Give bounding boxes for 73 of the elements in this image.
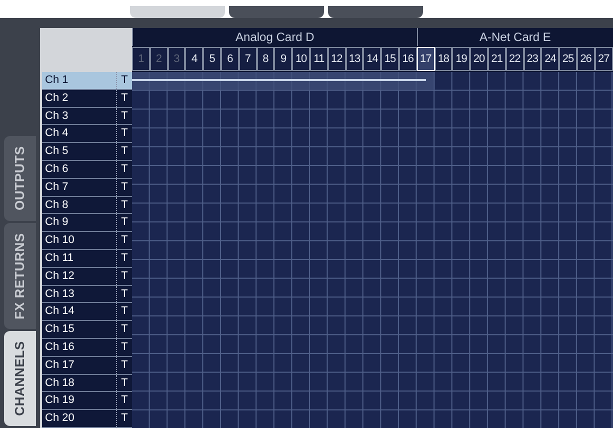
column-header[interactable]: 24	[541, 47, 560, 71]
side-tab[interactable]: FX RETURNS	[4, 222, 36, 330]
channel-tag[interactable]: T	[116, 356, 132, 374]
column-header[interactable]: 7	[238, 47, 257, 71]
channel-tag[interactable]: T	[116, 286, 132, 302]
channel-tag[interactable]: T	[116, 250, 132, 267]
column-header[interactable]: 25	[559, 47, 577, 71]
column-header[interactable]: 11	[310, 47, 328, 71]
channel-name[interactable]: Ch 11	[42, 250, 116, 267]
channel-name[interactable]: Ch 2	[42, 90, 116, 107]
channel-tag[interactable]: T	[116, 160, 132, 178]
column-header[interactable]: 8	[256, 47, 274, 71]
column-header[interactable]: 19	[452, 47, 470, 71]
channel-tag[interactable]: T	[116, 108, 132, 124]
channel-tag[interactable]: T	[116, 338, 132, 356]
column-header[interactable]: 13	[346, 47, 364, 71]
column-header[interactable]: 26	[576, 47, 595, 71]
tab[interactable]	[130, 6, 225, 18]
channel-name[interactable]: Ch 14	[42, 303, 116, 320]
channel-name[interactable]: Ch 7	[42, 178, 116, 196]
channel-tag[interactable]: T	[116, 303, 132, 320]
channel-name[interactable]: Ch 6	[42, 160, 116, 178]
column-header[interactable]: 14	[363, 47, 382, 71]
side-tab[interactable]: OUTPUTS	[4, 136, 36, 221]
channel-name[interactable]: Ch 15	[42, 321, 116, 338]
channel-name[interactable]: Ch 8	[42, 196, 116, 214]
channel-tag[interactable]: T	[116, 90, 132, 107]
channel-tag[interactable]: T	[116, 143, 132, 160]
channel-name[interactable]: Ch 12	[42, 268, 116, 285]
column-header[interactable]: 12	[328, 47, 346, 71]
channel-tag[interactable]: T	[116, 196, 132, 214]
card-header: Analog Card D	[132, 28, 417, 46]
channel-name[interactable]: Ch 1	[42, 72, 116, 89]
column-header[interactable]: 22	[506, 47, 524, 71]
column-header[interactable]: 10	[292, 47, 310, 71]
channel-name[interactable]: Ch 13	[42, 286, 116, 302]
channel-tag[interactable]: T	[116, 374, 132, 392]
channel-name[interactable]: Ch 10	[42, 232, 116, 249]
channel-name[interactable]: Ch 3	[42, 108, 116, 124]
channel-name[interactable]: Ch 20	[42, 410, 116, 427]
column-header[interactable]: 9	[274, 47, 292, 71]
channel-tag[interactable]: T	[116, 268, 132, 285]
channel-tag[interactable]: T	[116, 178, 132, 196]
column-header[interactable]: 27	[594, 47, 613, 71]
channel-tag[interactable]: T	[116, 125, 132, 142]
card-header: A-Net Card E	[416, 28, 613, 46]
channel-tag[interactable]: T	[116, 232, 132, 249]
column-header[interactable]: 6	[220, 47, 239, 71]
channel-name[interactable]: Ch 18	[42, 374, 116, 392]
column-header[interactable]: 4	[185, 47, 204, 71]
channel-tag[interactable]: T	[116, 214, 132, 232]
column-header[interactable]: 5	[203, 47, 221, 71]
routing-grid[interactable]	[132, 72, 613, 428]
column-header[interactable]: 18	[434, 47, 452, 71]
channel-name[interactable]: Ch 19	[42, 392, 116, 410]
channel-name[interactable]: Ch 16	[42, 338, 116, 356]
tab[interactable]	[229, 6, 324, 18]
column-header[interactable]: 21	[488, 47, 506, 71]
column-header[interactable]: 23	[524, 47, 542, 71]
side-tab[interactable]: CHANNELS	[4, 331, 36, 426]
channel-name[interactable]: Ch 5	[42, 143, 116, 160]
channel-tag[interactable]: T	[116, 72, 132, 89]
channel-tag[interactable]: T	[116, 392, 132, 410]
channel-name[interactable]: Ch 17	[42, 356, 116, 374]
channel-tag[interactable]: T	[116, 321, 132, 338]
column-header[interactable]: 17	[416, 47, 435, 71]
tab[interactable]	[328, 6, 423, 18]
channel-name[interactable]: Ch 4	[42, 125, 116, 142]
column-header[interactable]: 15	[381, 47, 399, 71]
channel-tag[interactable]: T	[116, 410, 132, 427]
column-header[interactable]: 20	[470, 47, 488, 71]
channel-name[interactable]: Ch 9	[42, 214, 116, 232]
column-header[interactable]: 16	[398, 47, 417, 71]
